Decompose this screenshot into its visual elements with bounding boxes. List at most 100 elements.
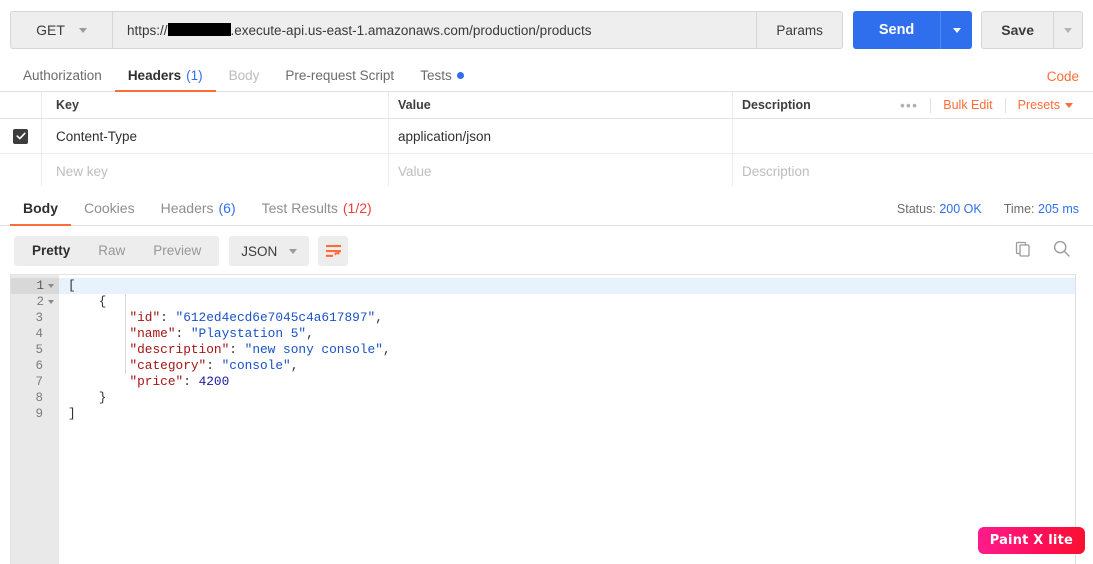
code-link[interactable]: Code <box>1047 69 1079 84</box>
send-button[interactable]: Send <box>852 11 941 49</box>
status-badge[interactable]: Status: 200 OK <box>897 202 982 216</box>
save-button[interactable]: Save <box>981 11 1053 49</box>
presets-button[interactable]: Presets <box>1006 98 1085 112</box>
send-label: Send <box>878 22 915 38</box>
chevron-down-icon <box>1064 27 1072 33</box>
code-token: } <box>98 390 107 405</box>
response-meta: Status: 200 OK Time: 205 ms <box>897 202 1079 216</box>
params-button[interactable]: Params <box>757 11 843 49</box>
row-checkbox-cell[interactable] <box>0 119 42 153</box>
code-token: 4200 <box>198 374 230 389</box>
code-token: : <box>206 358 222 373</box>
send-button-group: Send <box>852 11 973 49</box>
response-tab-cookies[interactable]: Cookies <box>71 191 148 226</box>
view-mode-raw[interactable]: Raw <box>84 236 139 266</box>
tab-pre-request-script[interactable]: Pre-request Script <box>272 60 407 92</box>
table-row-placeholder[interactable]: New key Value Description <box>0 154 1093 189</box>
response-tab-body[interactable]: Body <box>10 191 71 226</box>
code-token: "new sony console" <box>244 342 383 357</box>
line-number: 7 <box>35 375 43 389</box>
code-token: : <box>229 342 245 357</box>
url-prefix: https:// <box>127 22 168 38</box>
time-badge[interactable]: Time: 205 ms <box>1004 202 1079 216</box>
response-body-editor[interactable]: 123 4 5 6 7 8 9 [ { "id": "612ed4ecd6e7045c4a6… <box>10 274 1076 564</box>
code-line: } <box>59 390 1075 406</box>
table-actions: ••• Bulk Edit Presets <box>888 92 1093 118</box>
code-line: "name": "Playstation 5", <box>59 326 1075 342</box>
word-wrap-button[interactable] <box>318 236 349 266</box>
code-token: "612ed4ecd6e7045c4a617897" <box>175 310 376 325</box>
url-redaction-box <box>167 22 231 36</box>
column-header-key: Key <box>42 92 389 118</box>
new-value-input[interactable]: Value <box>389 154 733 188</box>
chevron-down-icon <box>289 248 298 254</box>
tab-authorization[interactable]: Authorization <box>10 60 115 92</box>
presets-label: Presets <box>1017 98 1060 112</box>
time-label: Time: <box>1003 202 1035 216</box>
code-token: : <box>183 374 199 389</box>
bulk-edit-button[interactable]: Bulk Edit <box>931 98 1004 112</box>
line-number-gutter: 123 4 5 6 7 8 9 <box>11 275 59 564</box>
tab-label: Authorization <box>23 67 102 83</box>
tab-count: (1/2) <box>342 199 372 216</box>
code-token: , <box>290 358 299 373</box>
view-mode-pretty[interactable]: Pretty <box>18 236 84 266</box>
fold-arrow-icon[interactable] <box>48 284 54 288</box>
more-options-icon[interactable]: ••• <box>888 98 930 113</box>
row-enabled-checkbox[interactable] <box>13 128 28 144</box>
row-checkbox-cell-empty <box>0 154 42 188</box>
row-key[interactable]: Content-Type <box>42 119 389 153</box>
row-value[interactable]: application/json <box>389 119 733 153</box>
code-line: "category": "console", <box>59 358 1075 374</box>
tab-headers[interactable]: Headers (1) <box>114 60 216 92</box>
tab-label: Tests <box>420 67 452 83</box>
word-wrap-icon <box>325 245 341 257</box>
code-token: , <box>382 342 391 357</box>
tab-label: Test Results <box>261 199 338 216</box>
tab-label: Pre-request Script <box>285 67 395 83</box>
line-number: 1 <box>11 278 59 294</box>
line-number: 9 <box>35 407 43 421</box>
response-tab-test-results[interactable]: Test Results (1/2) <box>249 191 385 226</box>
new-key-input[interactable]: New key <box>42 154 389 188</box>
search-button[interactable] <box>1052 239 1071 263</box>
tests-indicator-dot-icon <box>456 71 464 79</box>
url-suffix: .execute-api.us-east-1.amazonaws.com/pro… <box>230 22 592 38</box>
http-method-selector[interactable]: GET <box>10 11 112 49</box>
params-label: Params <box>776 22 823 38</box>
code-token: "description" <box>129 342 230 357</box>
view-mode-preview[interactable]: Preview <box>139 236 215 266</box>
indent-guide <box>125 294 126 374</box>
code-token: "id" <box>129 310 161 325</box>
request-tabs: Authorization Headers (1) Body Pre-reque… <box>0 59 1093 92</box>
copy-button[interactable] <box>1014 240 1032 263</box>
line-number: 3 <box>35 311 43 325</box>
row-description[interactable] <box>733 119 1093 153</box>
line-number: 4 <box>35 327 43 341</box>
table-header-row: Key Value Description ••• Bulk Edit Pres… <box>0 92 1093 119</box>
status-label: Status: <box>896 202 936 216</box>
send-options-button[interactable] <box>940 11 973 49</box>
fold-arrow-icon[interactable] <box>48 300 54 304</box>
column-header-description: Description ••• Bulk Edit Presets <box>733 92 1093 118</box>
tab-body[interactable]: Body <box>216 60 273 92</box>
new-description-input[interactable]: Description <box>733 154 1093 188</box>
tab-label: Body <box>228 67 260 83</box>
code-token: "Playstation 5" <box>190 326 307 341</box>
language-selector[interactable]: JSON <box>229 236 310 266</box>
code-content[interactable]: [ { "id": "612ed4ecd6e7045c4a617897", "n… <box>59 275 1075 564</box>
response-format-toolbar: Pretty Raw Preview JSON <box>0 228 1093 274</box>
url-input[interactable]: https:// .execute-api.us-east-1.amazonaws… <box>112 11 758 49</box>
table-row[interactable]: Content-Type application/json <box>0 119 1093 154</box>
save-options-button[interactable] <box>1053 11 1083 49</box>
search-icon <box>1053 240 1070 257</box>
code-token: : <box>160 310 176 325</box>
tab-label: Headers <box>160 199 214 216</box>
code-token: "price" <box>129 374 184 389</box>
chevron-down-icon <box>952 27 961 33</box>
response-tab-headers[interactable]: Headers (6) <box>148 191 249 226</box>
header-checkbox-column <box>0 92 42 118</box>
tab-tests[interactable]: Tests <box>407 60 477 92</box>
column-header-description-label: Description <box>742 98 811 112</box>
chevron-down-icon <box>1065 102 1073 108</box>
